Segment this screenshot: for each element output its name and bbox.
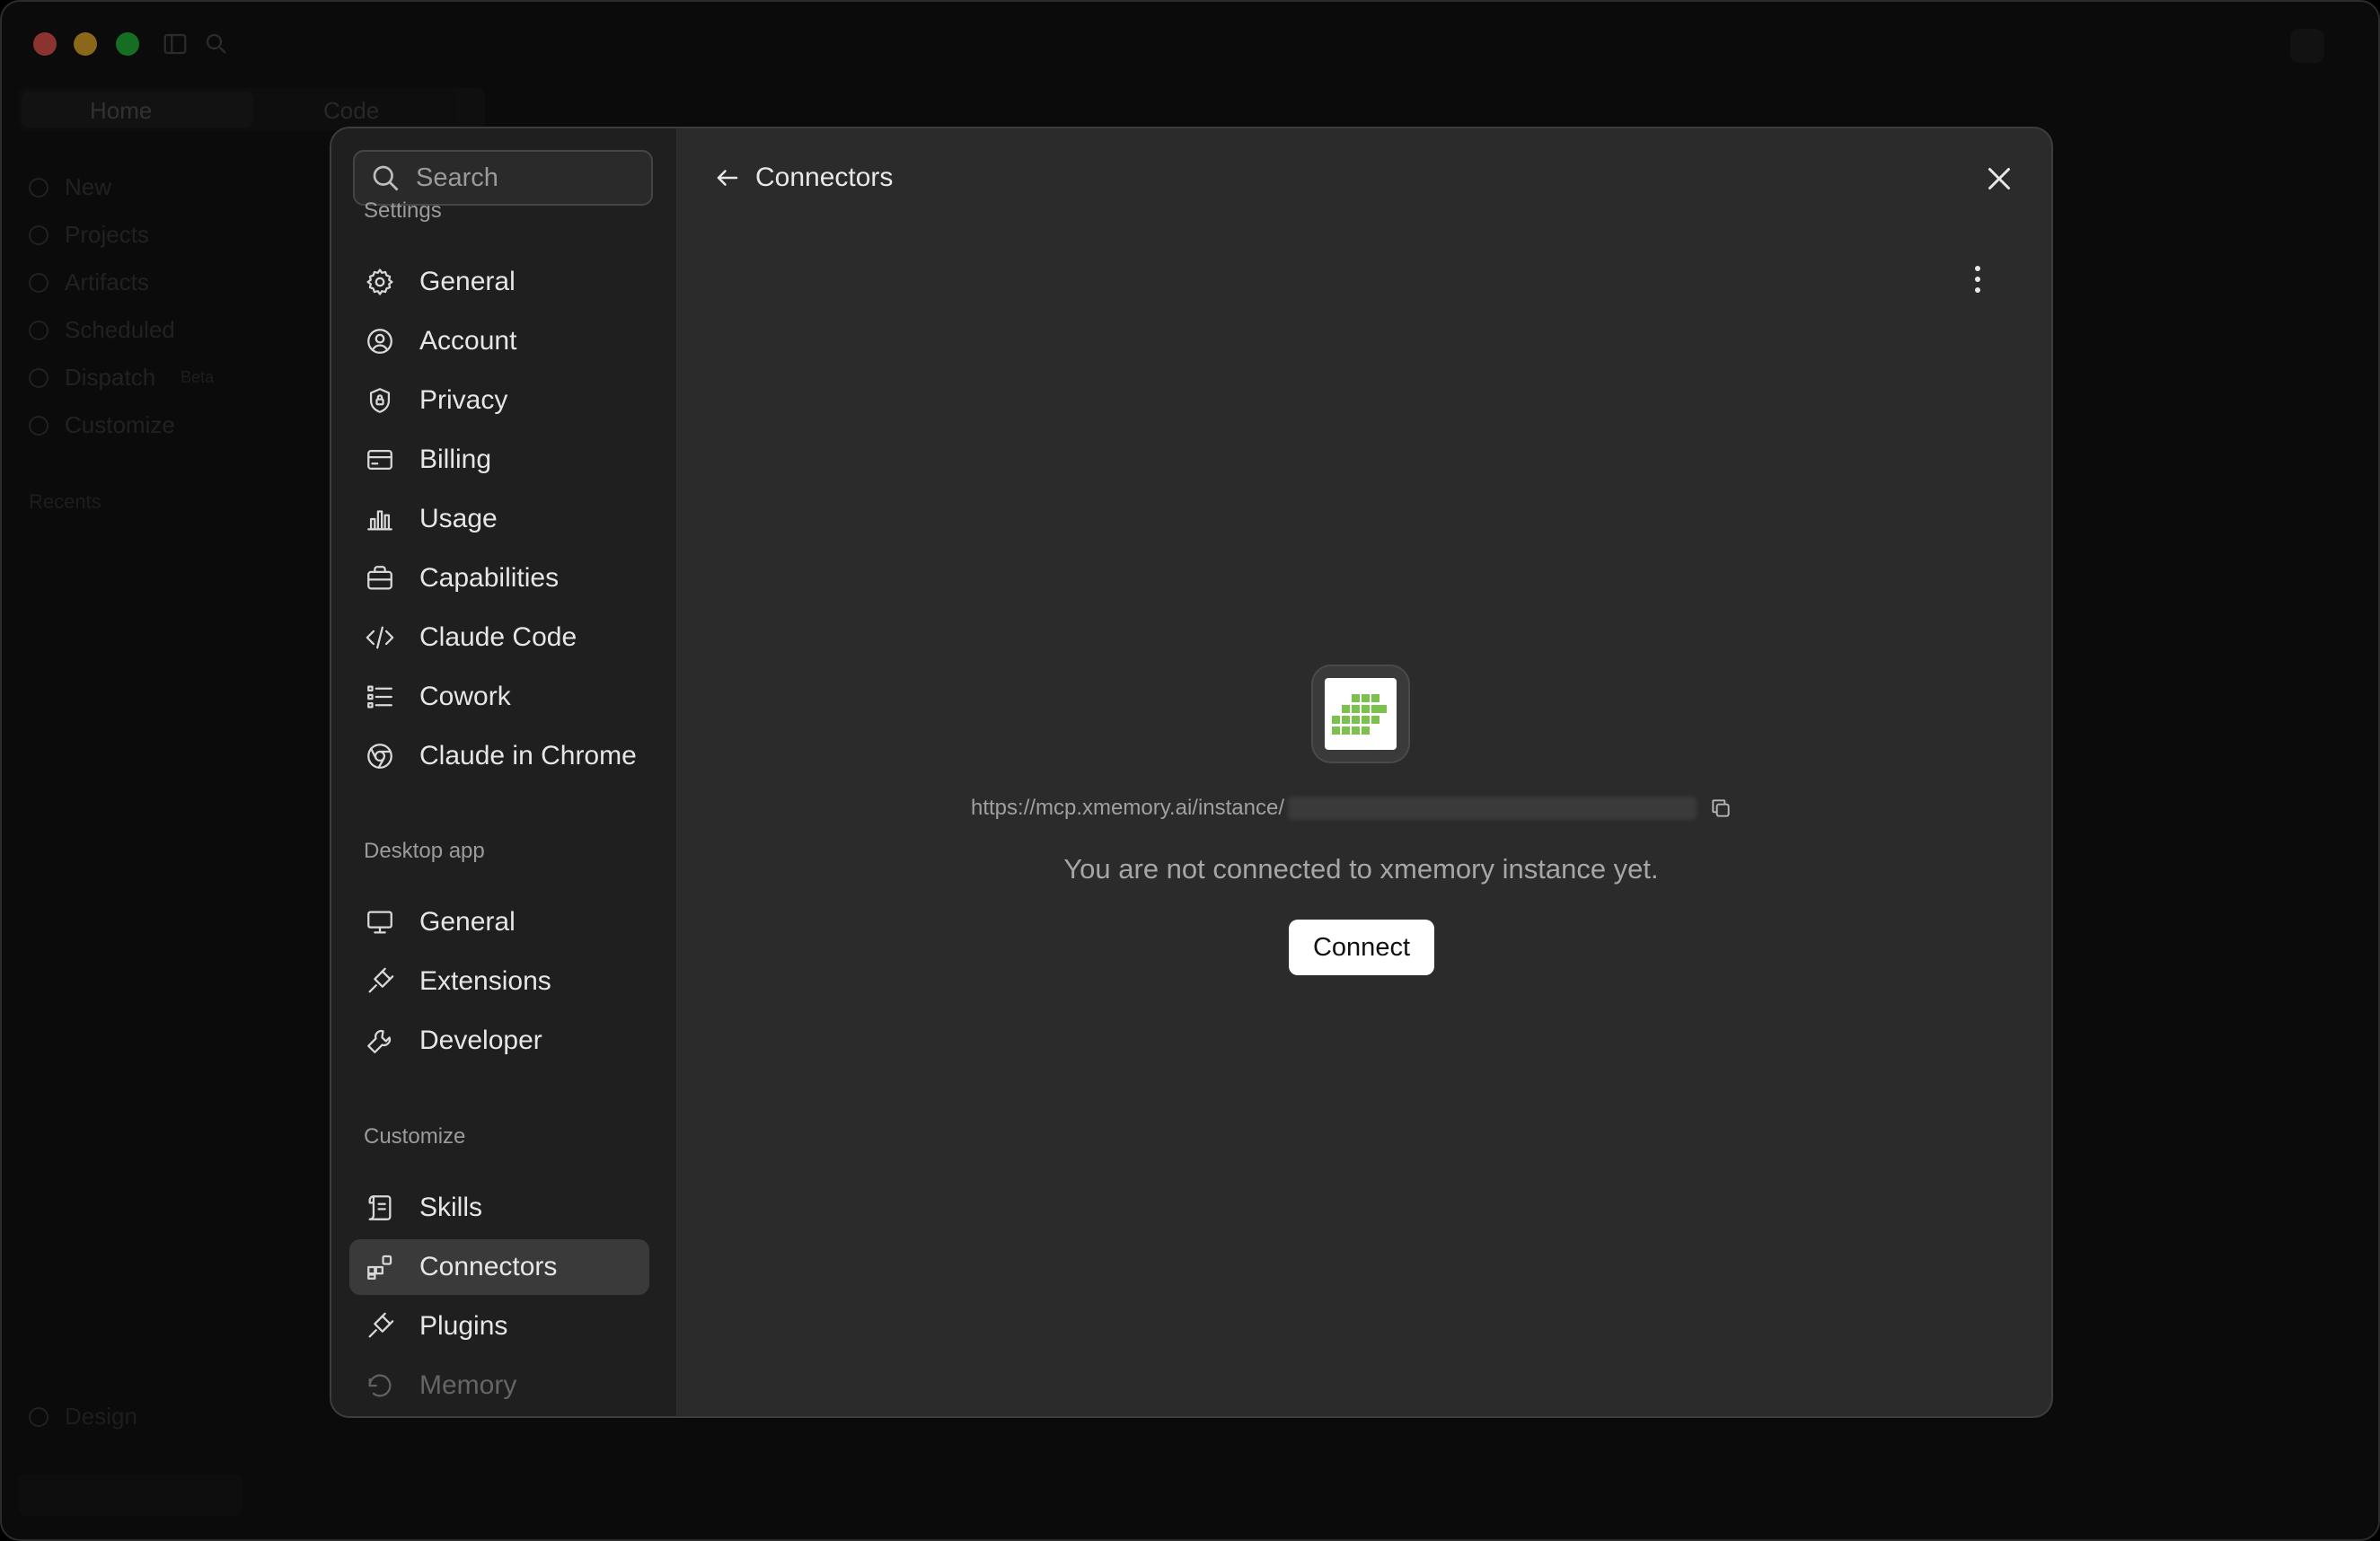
connect-button[interactable]: Connect	[1289, 920, 1434, 975]
memory-icon	[364, 1369, 396, 1402]
sidebar-item-label: Billing	[419, 445, 492, 474]
connector-url: https://mcp.xmemory.ai/instance/	[971, 796, 1285, 820]
copy-icon[interactable]	[1709, 797, 1732, 820]
logo-block	[1352, 705, 1360, 713]
sidebar-item-plugins[interactable]: Plugins	[349, 1299, 649, 1354]
section-label-customize: Customize	[364, 1124, 466, 1149]
sidebar-item-label: Account	[419, 326, 517, 356]
extensions-icon	[364, 965, 396, 998]
logo-block	[1352, 716, 1360, 724]
sidebar-item-label: Extensions	[419, 966, 551, 996]
account-icon	[364, 325, 396, 357]
sidebar-item-label: Skills	[419, 1193, 483, 1222]
logo-block	[1332, 726, 1340, 735]
claude-code-icon	[364, 621, 396, 654]
logo-block	[1342, 705, 1350, 713]
logo-block	[1371, 705, 1380, 713]
sidebar-item-label: General	[419, 267, 516, 296]
arrow-left-icon	[717, 170, 738, 186]
logo-block	[1362, 726, 1370, 735]
connection-status-text: You are not connected to xmemory instanc…	[1063, 853, 1659, 885]
usage-icon	[364, 503, 396, 535]
logo-block	[1379, 705, 1387, 713]
xmemory-logo-mark	[1332, 694, 1387, 735]
sidebar-item-label: Connectors	[419, 1252, 558, 1281]
connector-logo	[1311, 665, 1410, 763]
logo-block	[1342, 726, 1350, 735]
sidebar-item-claude-in-chrome[interactable]: Claude in Chrome	[349, 728, 649, 784]
developer-icon	[364, 1025, 396, 1057]
sidebar-item-label: Capabilities	[419, 563, 560, 593]
sidebar-item-memory[interactable]: Memory	[349, 1358, 649, 1413]
sidebar-item-privacy[interactable]: Privacy	[349, 373, 649, 428]
logo-block	[1352, 726, 1360, 735]
sidebar-item-label: Developer	[419, 1026, 542, 1055]
sidebar-item-skills[interactable]: Skills	[349, 1180, 649, 1236]
sidebar-item-label: Usage	[419, 504, 498, 533]
skills-icon	[364, 1192, 396, 1224]
capabilities-icon	[364, 562, 396, 594]
sidebar-item-general[interactable]: General	[349, 254, 649, 310]
logo-block	[1371, 694, 1380, 702]
sidebar-item-usage[interactable]: Usage	[349, 491, 649, 547]
close-icon[interactable]	[1983, 163, 2015, 195]
sidebar-item-claude-code[interactable]: Claude Code	[349, 610, 649, 665]
connector-url-row: https://mcp.xmemory.ai/instance/	[971, 796, 1732, 821]
section-label-desktop-app: Desktop app	[364, 839, 485, 863]
desktop-general-icon	[364, 906, 396, 938]
logo-block	[1362, 694, 1370, 702]
sidebar-item-label: General	[419, 907, 516, 937]
sidebar-item-billing[interactable]: Billing	[349, 432, 649, 488]
connector-detail: Connectors	[676, 128, 2051, 1416]
general-icon	[364, 266, 396, 298]
sidebar-item-capabilities[interactable]: Capabilities	[349, 550, 649, 606]
logo-block	[1362, 716, 1370, 724]
sidebar-item-label: Plugins	[419, 1311, 508, 1341]
sidebar-item-label: Memory	[419, 1370, 517, 1400]
page-title: Connectors	[755, 163, 894, 192]
logo-block	[1362, 705, 1370, 713]
logo-block	[1332, 716, 1340, 724]
sidebar-item-desktop-general[interactable]: General	[349, 894, 649, 950]
sidebar-item-label: Claude Code	[419, 622, 577, 652]
sidebar-nav: Settings General Account Privacy Billing Usag…	[328, 125, 673, 1413]
logo-block	[1371, 716, 1380, 724]
more-options-icon[interactable]	[1969, 261, 1987, 297]
billing-icon	[364, 444, 396, 476]
logo-block	[1352, 694, 1360, 702]
redacted-instance-id	[1288, 797, 1697, 820]
claude-in-chrome-icon	[364, 740, 396, 772]
plugins-icon	[364, 1310, 396, 1343]
sidebar-item-connectors[interactable]: Connectors	[349, 1239, 649, 1295]
section-label-settings: Settings	[364, 198, 442, 223]
xmemory-logo-icon	[1325, 678, 1397, 750]
sidebar-item-label: Cowork	[419, 682, 511, 711]
back-button[interactable]: Connectors	[714, 163, 893, 193]
cowork-icon	[364, 681, 396, 713]
sidebar-item-extensions[interactable]: Extensions	[349, 954, 649, 1009]
sidebar-item-label: Claude in Chrome	[419, 741, 637, 770]
sidebar-item-cowork[interactable]: Cowork	[349, 669, 649, 725]
logo-block	[1342, 716, 1350, 724]
sidebar-item-account[interactable]: Account	[349, 313, 649, 369]
connectors-icon	[364, 1251, 396, 1283]
privacy-icon	[364, 384, 396, 417]
sidebar-item-label: Privacy	[419, 385, 508, 415]
sidebar-item-developer[interactable]: Developer	[349, 1013, 649, 1069]
